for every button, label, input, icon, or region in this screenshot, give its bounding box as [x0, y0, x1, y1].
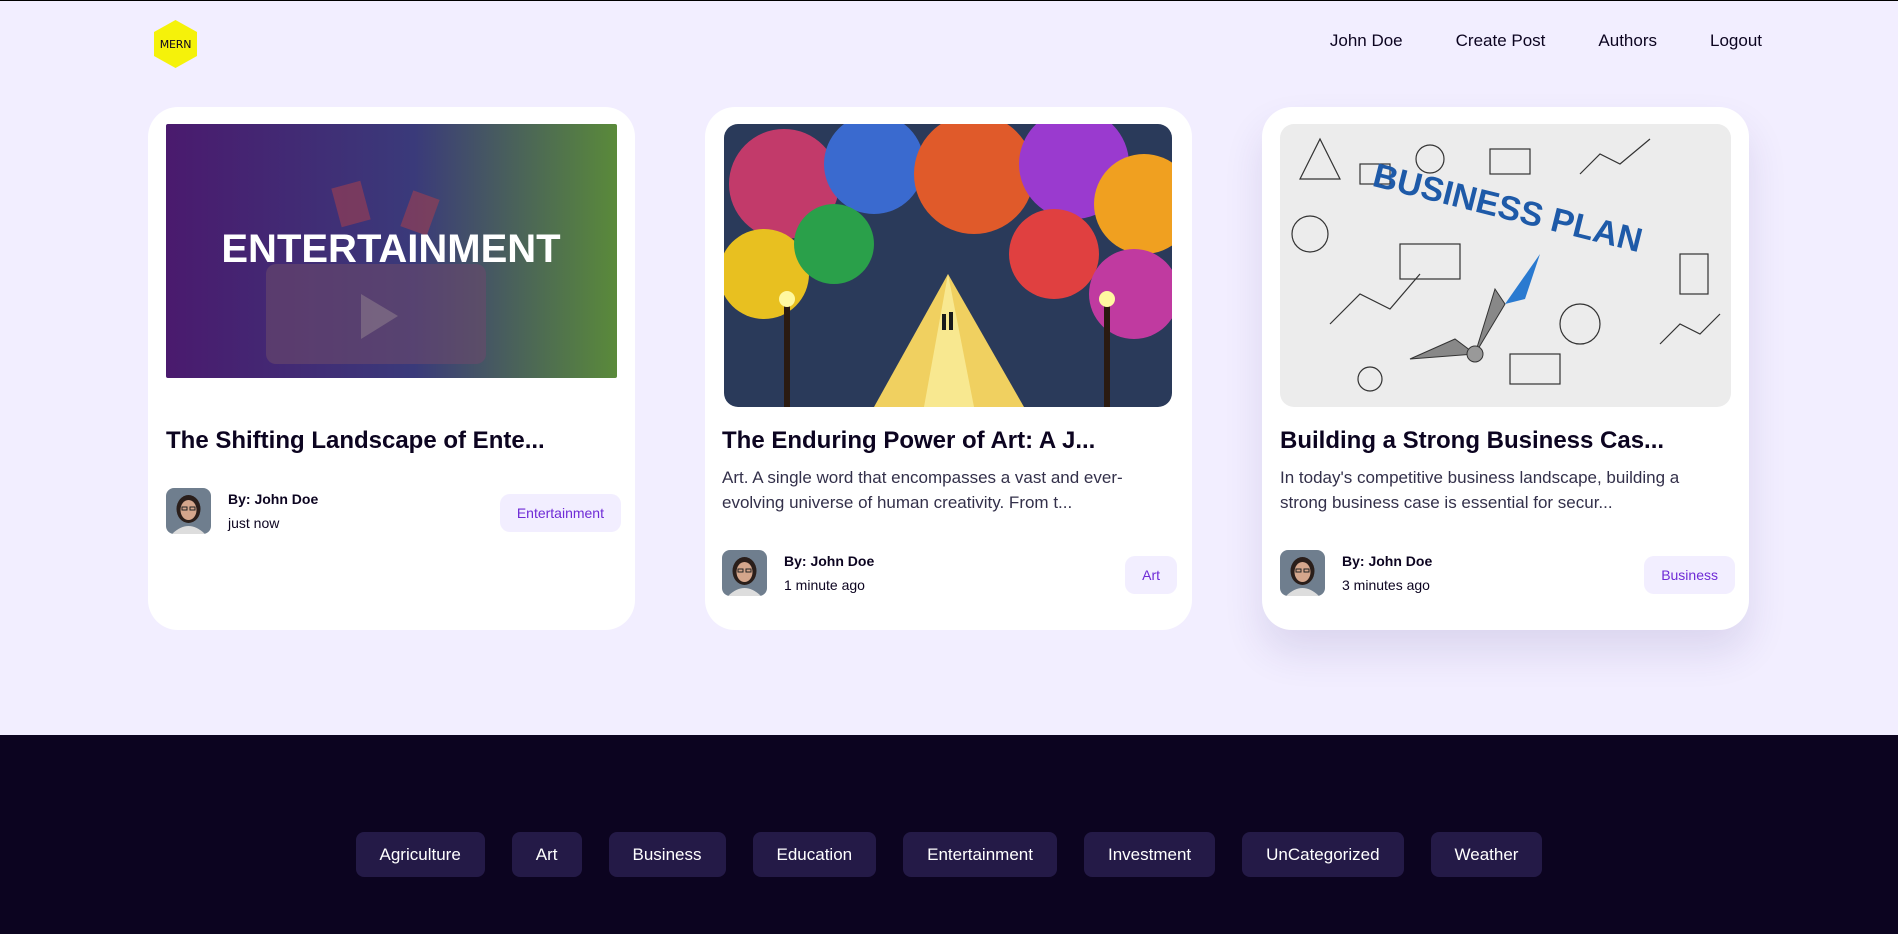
footer-category-agriculture[interactable]: Agriculture	[355, 832, 485, 877]
nav-item-authors[interactable]: Authors	[1598, 31, 1657, 51]
post-time: just now	[228, 515, 280, 531]
entertainment-image: ENTERTAINMENT	[166, 124, 617, 378]
post-card: ENTERTAINMENT The Shifting Landscape of …	[148, 107, 635, 630]
avatar[interactable]	[722, 550, 767, 596]
author-name[interactable]: By: John Doe	[784, 553, 874, 569]
author-name[interactable]: By: John Doe	[1342, 553, 1432, 569]
post-excerpt: In today's competitive business landscap…	[1280, 468, 1680, 512]
image-caption: ENTERTAINMENT	[221, 227, 560, 271]
painting-image	[724, 124, 1172, 407]
post-time: 3 minutes ago	[1342, 577, 1430, 593]
post-thumbnail[interactable]: BUSINESS PLAN	[1280, 124, 1731, 407]
post-author: By: John Doe just now Entertainment	[166, 488, 621, 534]
category-badge[interactable]: Art	[1125, 556, 1177, 594]
post-author: By: John Doe 3 minutes ago Business	[1280, 550, 1735, 596]
navbar: MERN John Doe Create Post Authors Logout	[0, 0, 1898, 86]
footer-category-education[interactable]: Education	[752, 832, 877, 877]
author-name[interactable]: By: John Doe	[228, 491, 318, 507]
nav-menu: John Doe Create Post Authors Logout	[1330, 31, 1762, 51]
post-title[interactable]: The Shifting Landscape of Ente...	[166, 427, 621, 455]
nav-item-create-post[interactable]: Create Post	[1456, 31, 1546, 51]
post-thumbnail[interactable]: ENTERTAINMENT	[166, 124, 617, 378]
footer-category-investment[interactable]: Investment	[1083, 832, 1216, 877]
post-thumbnail[interactable]	[724, 124, 1172, 407]
avatar[interactable]	[1280, 550, 1325, 596]
post-time: 1 minute ago	[784, 577, 865, 593]
category-badge[interactable]: Entertainment	[499, 494, 621, 532]
footer-categories: Agriculture Art Business Education Enter…	[0, 832, 1898, 877]
post-excerpt: Art. A single word that encompasses a va…	[722, 468, 1123, 512]
post-card: BUSINESS PLAN Building a Strong Business…	[1262, 107, 1749, 630]
post-author: By: John Doe 1 minute ago Art	[722, 550, 1177, 596]
post-title[interactable]: The Enduring Power of Art: A J...	[722, 427, 1177, 455]
footer: Agriculture Art Business Education Enter…	[0, 735, 1898, 934]
footer-category-business[interactable]: Business	[608, 832, 726, 877]
business-plan-image: BUSINESS PLAN	[1280, 124, 1731, 407]
avatar[interactable]	[166, 488, 211, 534]
footer-category-weather[interactable]: Weather	[1430, 832, 1543, 877]
nav-item-profile[interactable]: John Doe	[1330, 31, 1403, 51]
logo[interactable]: MERN	[152, 19, 199, 69]
footer-category-art[interactable]: Art	[511, 832, 582, 877]
category-badge[interactable]: Business	[1644, 556, 1735, 594]
post-card: The Enduring Power of Art: A J... Art. A…	[705, 107, 1192, 630]
logo-text: MERN	[159, 37, 192, 51]
footer-category-uncategorized[interactable]: UnCategorized	[1242, 832, 1404, 877]
footer-category-entertainment[interactable]: Entertainment	[903, 832, 1057, 877]
post-title[interactable]: Building a Strong Business Cas...	[1280, 427, 1735, 455]
nav-item-logout[interactable]: Logout	[1710, 31, 1762, 51]
